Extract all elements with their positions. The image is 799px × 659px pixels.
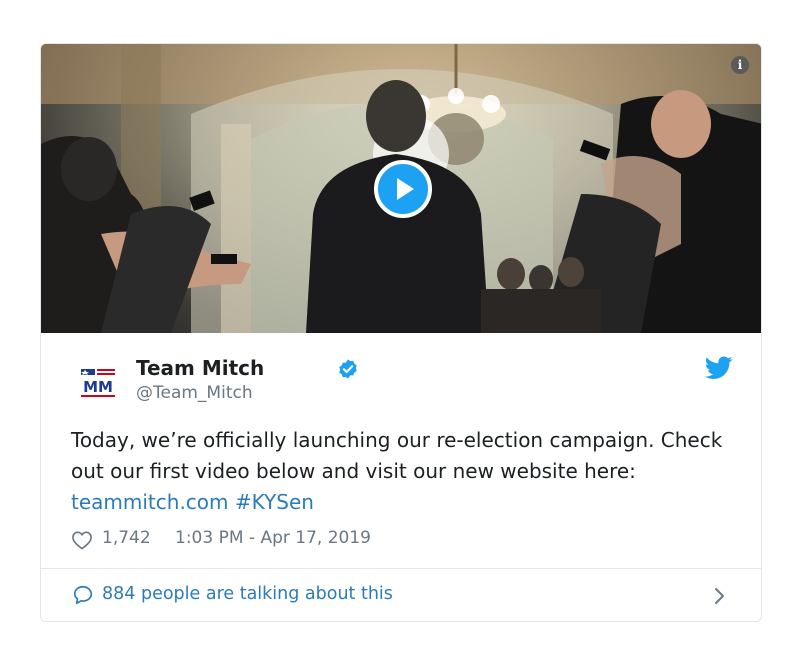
avatar[interactable]: MM	[77, 361, 119, 403]
embedded-tweet-card: i MM Team Mitch @Team_Mitch Today, we’re…	[40, 43, 762, 622]
play-button[interactable]	[374, 160, 432, 218]
talking-count[interactable]: 884 people are talking about this	[102, 584, 393, 604]
play-icon	[397, 178, 414, 200]
info-icon[interactable]: i	[731, 56, 749, 74]
svg-text:MM: MM	[83, 378, 113, 396]
display-name[interactable]: Team Mitch	[136, 356, 264, 380]
video-thumbnail[interactable]: i	[41, 44, 761, 333]
tweet-text: Today, we’re officially launching our re…	[71, 425, 751, 518]
tweet-author[interactable]: MM Team Mitch @Team_Mitch	[77, 356, 737, 406]
hashtag-link[interactable]: #KYSen	[235, 490, 314, 514]
user-handle[interactable]: @Team_Mitch	[136, 383, 253, 403]
twitter-bird-icon[interactable]	[705, 356, 733, 380]
speech-bubble-icon	[73, 585, 93, 605]
like-count[interactable]: 1,742	[102, 528, 151, 548]
tweet-text-body: Today, we’re officially launching our re…	[71, 428, 723, 483]
chevron-right-icon	[715, 588, 724, 604]
verified-badge-icon	[339, 359, 357, 379]
tweet-timestamp[interactable]: 1:03 PM - Apr 17, 2019	[175, 528, 371, 548]
conversation-link[interactable]: 884 people are talking about this	[41, 569, 761, 621]
heart-icon[interactable]	[71, 530, 93, 550]
website-link[interactable]: teammitch.com	[71, 490, 229, 514]
